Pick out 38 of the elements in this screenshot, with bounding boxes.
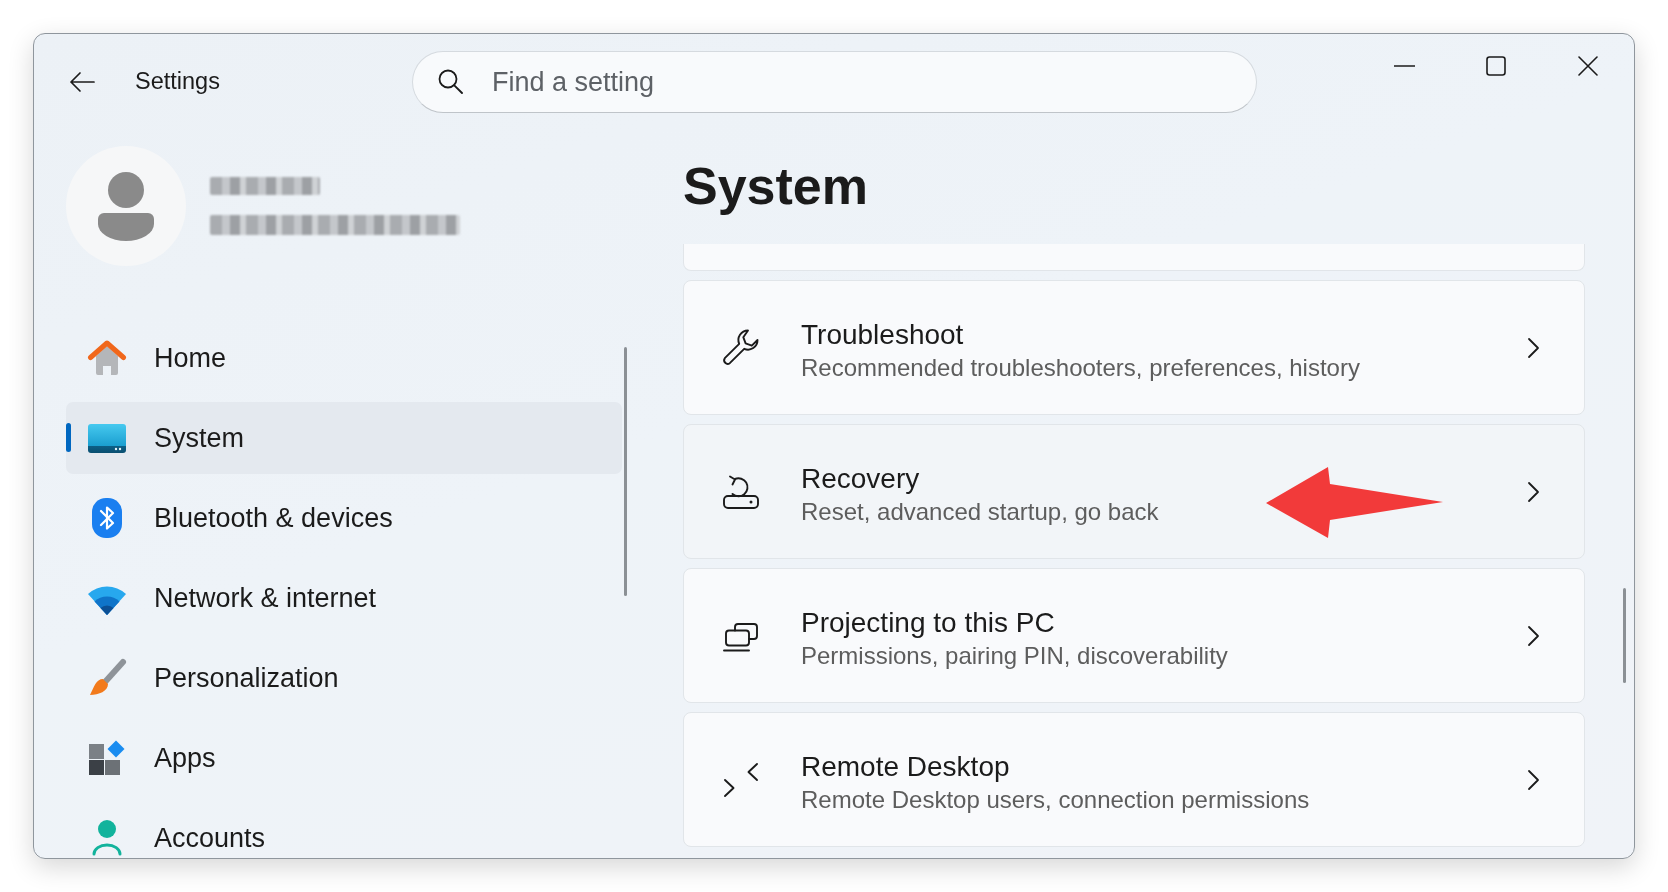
close-icon bbox=[1578, 56, 1598, 76]
page-title: System bbox=[683, 156, 869, 217]
wrench-icon bbox=[721, 327, 761, 368]
card-description: Recommended troubleshooters, preferences, history bbox=[801, 352, 1360, 383]
sidebar-item[interactable]: Network & internet bbox=[66, 562, 622, 634]
apps-icon bbox=[87, 738, 127, 778]
sidebar-item[interactable]: Accounts bbox=[66, 802, 622, 858]
search-icon bbox=[438, 69, 463, 94]
card-title: Projecting to this PC bbox=[801, 605, 1056, 640]
paintbrush-icon bbox=[87, 658, 127, 698]
settings-card[interactable]: Projecting to this PC Permissions, pairing PIN, discoverability bbox=[683, 568, 1585, 703]
settings-card[interactable]: Recovery Reset, advanced startup, go back bbox=[683, 424, 1585, 559]
search-field[interactable]: Find a setting bbox=[412, 51, 1257, 113]
maximize-icon bbox=[1486, 56, 1506, 76]
scrollbar-thumb[interactable] bbox=[624, 347, 627, 596]
card-title: Remote Desktop bbox=[801, 749, 1011, 784]
sidebar-item[interactable]: Apps bbox=[66, 722, 622, 794]
settings-card[interactable]: Remote Desktop Remote Desktop users, connection permissions bbox=[683, 712, 1585, 847]
home-icon bbox=[87, 338, 127, 378]
avatar-icon bbox=[66, 146, 186, 266]
chevron-right-icon bbox=[1527, 480, 1540, 503]
settings-card[interactable]: Troubleshoot Recommended troubleshooters, preferences, history bbox=[683, 280, 1585, 415]
card-description: Permissions, pairing PIN, discoverability bbox=[801, 640, 1228, 671]
back-arrow-icon bbox=[69, 71, 95, 93]
card-title: Recovery bbox=[801, 461, 921, 496]
scrollbar-thumb[interactable] bbox=[1623, 588, 1626, 683]
card-title: Troubleshoot bbox=[801, 317, 965, 352]
card-description: Remote Desktop users, connection permissions bbox=[801, 784, 1310, 815]
chevron-right-icon bbox=[1527, 768, 1540, 791]
sidebar-item[interactable]: Bluetooth & devices bbox=[66, 482, 622, 554]
window-title: Settings bbox=[135, 67, 220, 97]
sidebar-item[interactable]: Home bbox=[66, 322, 622, 394]
card-description: Reset, advanced startup, go back bbox=[801, 496, 1159, 527]
sidebar-item[interactable]: System bbox=[66, 402, 622, 474]
minimize-icon bbox=[1393, 65, 1415, 67]
sidebar-item[interactable]: Personalization bbox=[66, 642, 622, 714]
chevron-right-icon bbox=[1527, 624, 1540, 647]
chevron-right-icon bbox=[1527, 336, 1540, 359]
